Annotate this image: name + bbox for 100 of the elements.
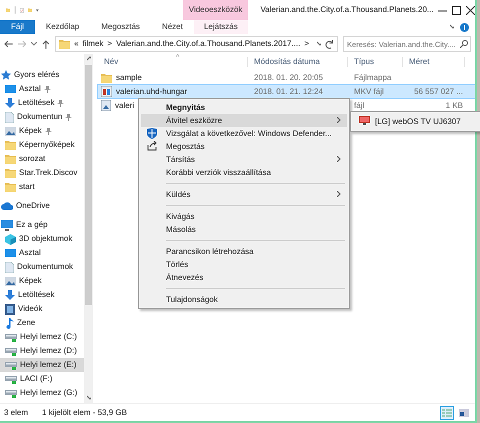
sidebar-item[interactable]: Dokumentun — [0, 110, 84, 124]
film-icon — [5, 304, 15, 314]
breadcrumb-separator[interactable]: > — [107, 39, 112, 49]
overflow-chevron[interactable]: « — [74, 39, 79, 49]
sidebar-item[interactable]: Helyi lemez (E:) — [0, 358, 84, 372]
menu-item[interactable]: [LG] webOS TV UJ6307 — [353, 115, 479, 128]
column-header[interactable]: Méret — [403, 57, 465, 67]
address-dropdown-icon — [317, 41, 322, 47]
sidebar-item[interactable]: Zene — [0, 316, 84, 330]
date-cell-text: 2018. 01. 21. 12:24 — [253, 86, 324, 96]
breadcrumb-separator[interactable]: > — [304, 39, 310, 49]
sidebar-item[interactable]: Gyors elérés — [0, 68, 84, 82]
drive-icon — [5, 360, 17, 370]
sidebar-item[interactable]: Letöltések — [0, 288, 84, 302]
large-icons-view-icon — [459, 408, 469, 416]
toolbar-separator: | — [14, 5, 16, 15]
menu-item[interactable]: Megnyitás — [141, 101, 347, 114]
scrollbar-thumb[interactable] — [85, 65, 92, 305]
recent-locations-icon — [31, 42, 38, 46]
folder-icon — [59, 39, 70, 49]
refresh-icon — [325, 40, 334, 48]
size-cell-text: 1 KB — [444, 100, 464, 110]
maximize-icon — [452, 6, 461, 14]
breadcrumb[interactable]: Valerian.and.the.City.of.a.Thousand.Planets.2017.... — [116, 39, 300, 49]
sidebar-item[interactable]: Asztal — [0, 246, 84, 260]
type-cell-text: Fájlmappa — [353, 72, 392, 82]
desktop-icon — [5, 248, 16, 258]
sidebar-item[interactable]: Helyi lemez (G:) — [0, 386, 84, 400]
sidebar-item[interactable]: Képek — [0, 124, 84, 138]
details-view-icon — [442, 408, 452, 416]
sidebar-item[interactable]: 3D objektumok — [0, 232, 84, 246]
sidebar-item[interactable]: Ez a gép — [0, 218, 84, 232]
drive-icon — [5, 374, 17, 384]
folder-icon — [5, 140, 16, 150]
music-note-icon — [5, 318, 14, 328]
menu-item[interactable]: Parancsikon létrehozása — [141, 245, 347, 258]
cloud-icon — [1, 202, 13, 210]
sidebar-item[interactable]: sorozat — [0, 152, 84, 166]
ribbon-tab[interactable]: Nézet — [150, 20, 194, 34]
menu-item[interactable]: Megosztás — [141, 140, 347, 153]
sidebar-item[interactable]: Letöltések — [0, 96, 84, 110]
selected-file-row[interactable]: valerian.uhd-hungar 2018. 01. 21. 12:24 MKV fájl 56 557 027 ... — [98, 85, 475, 98]
folder-icon — [5, 168, 16, 178]
download-arrow-icon — [5, 98, 15, 108]
drive-icon — [5, 388, 17, 398]
sidebar-item[interactable]: Képernyőképek — [0, 138, 84, 152]
sidebar-item[interactable]: Képek — [0, 274, 84, 288]
column-header[interactable]: Név — [98, 57, 248, 67]
document-icon — [5, 112, 14, 122]
ribbon-tab[interactable]: Lejátszás — [194, 20, 248, 34]
menu-item[interactable]: Törlés — [141, 258, 347, 271]
sidebar-item[interactable]: start — [0, 180, 84, 194]
breadcrumb[interactable]: filmek — [82, 39, 104, 49]
back-arrow-icon — [4, 40, 13, 48]
ribbon-tab[interactable]: Fájl — [0, 20, 35, 34]
drive-icon — [5, 332, 17, 342]
desktop-icon — [5, 84, 16, 94]
file-name: sample — [116, 72, 142, 82]
sidebar-item[interactable]: Helyi lemez (C:) — [0, 330, 84, 344]
window-title: Valerian.and.the.City.of.a.Thousand.Planets.20... — [260, 5, 434, 15]
sidebar-item[interactable]: Videók — [0, 302, 84, 316]
menu-item[interactable]: Másolás — [141, 223, 347, 236]
menu-item[interactable]: Társítás — [141, 153, 347, 166]
menu-item[interactable]: Küldés — [141, 188, 347, 201]
share-icon — [147, 141, 157, 151]
menu-item[interactable]: Átvitel eszközre — [141, 114, 347, 127]
contextual-tab-header: Videoeszközök — [182, 0, 248, 20]
pictures-icon — [5, 126, 16, 136]
sidebar-item[interactable]: Star.Trek.Discov — [0, 166, 84, 180]
tv-icon — [359, 116, 370, 125]
ribbon-tab[interactable]: Megosztás — [90, 20, 151, 34]
sidebar-item[interactable]: OneDrive — [0, 199, 84, 213]
download-arrow-icon — [5, 290, 15, 300]
sidebar-item[interactable]: Asztal — [0, 82, 84, 96]
video-file-icon — [101, 86, 112, 97]
ribbon-tab[interactable]: Kezdőlap — [34, 20, 90, 34]
close-icon — [466, 6, 475, 14]
folder-icon — [5, 154, 16, 164]
sidebar-item[interactable]: Dokumentumok — [0, 260, 84, 274]
menu-item[interactable]: Átnevezés — [141, 271, 347, 284]
image-file-icon — [101, 100, 111, 111]
scrollbar[interactable] — [84, 54, 93, 403]
pin-icon — [57, 100, 64, 106]
date-cell-text: 2018. 01. 20. 20:05 — [253, 72, 324, 82]
pin-icon — [44, 128, 52, 134]
pin-icon — [44, 86, 51, 92]
cube-icon — [5, 234, 16, 244]
menu-item[interactable]: Vizsgálat a következővel: Windows Defender... — [141, 127, 347, 140]
menu-item[interactable]: Tulajdonságok — [141, 293, 347, 306]
address-bar[interactable]: « filmek > Valerian.and.the.City.of.a.Thousand.Planets.2017.... > — [55, 36, 338, 52]
column-header[interactable]: Módosítás dátuma — [248, 57, 348, 67]
expand-ribbon-icon — [450, 24, 454, 30]
scroll-up-icon — [86, 56, 90, 62]
sidebar-item[interactable]: Helyi lemez (D:) — [0, 344, 84, 358]
menu-item[interactable]: Korábbi verziók visszaállítása — [141, 166, 347, 179]
computer-icon — [1, 220, 13, 230]
selection-info: 1 kijelölt elem - 53,9 GB — [42, 408, 127, 418]
column-header[interactable]: Típus — [348, 57, 403, 67]
menu-item[interactable]: Kivágás — [141, 210, 347, 223]
sidebar-item[interactable]: LACI (F:) — [0, 372, 84, 386]
